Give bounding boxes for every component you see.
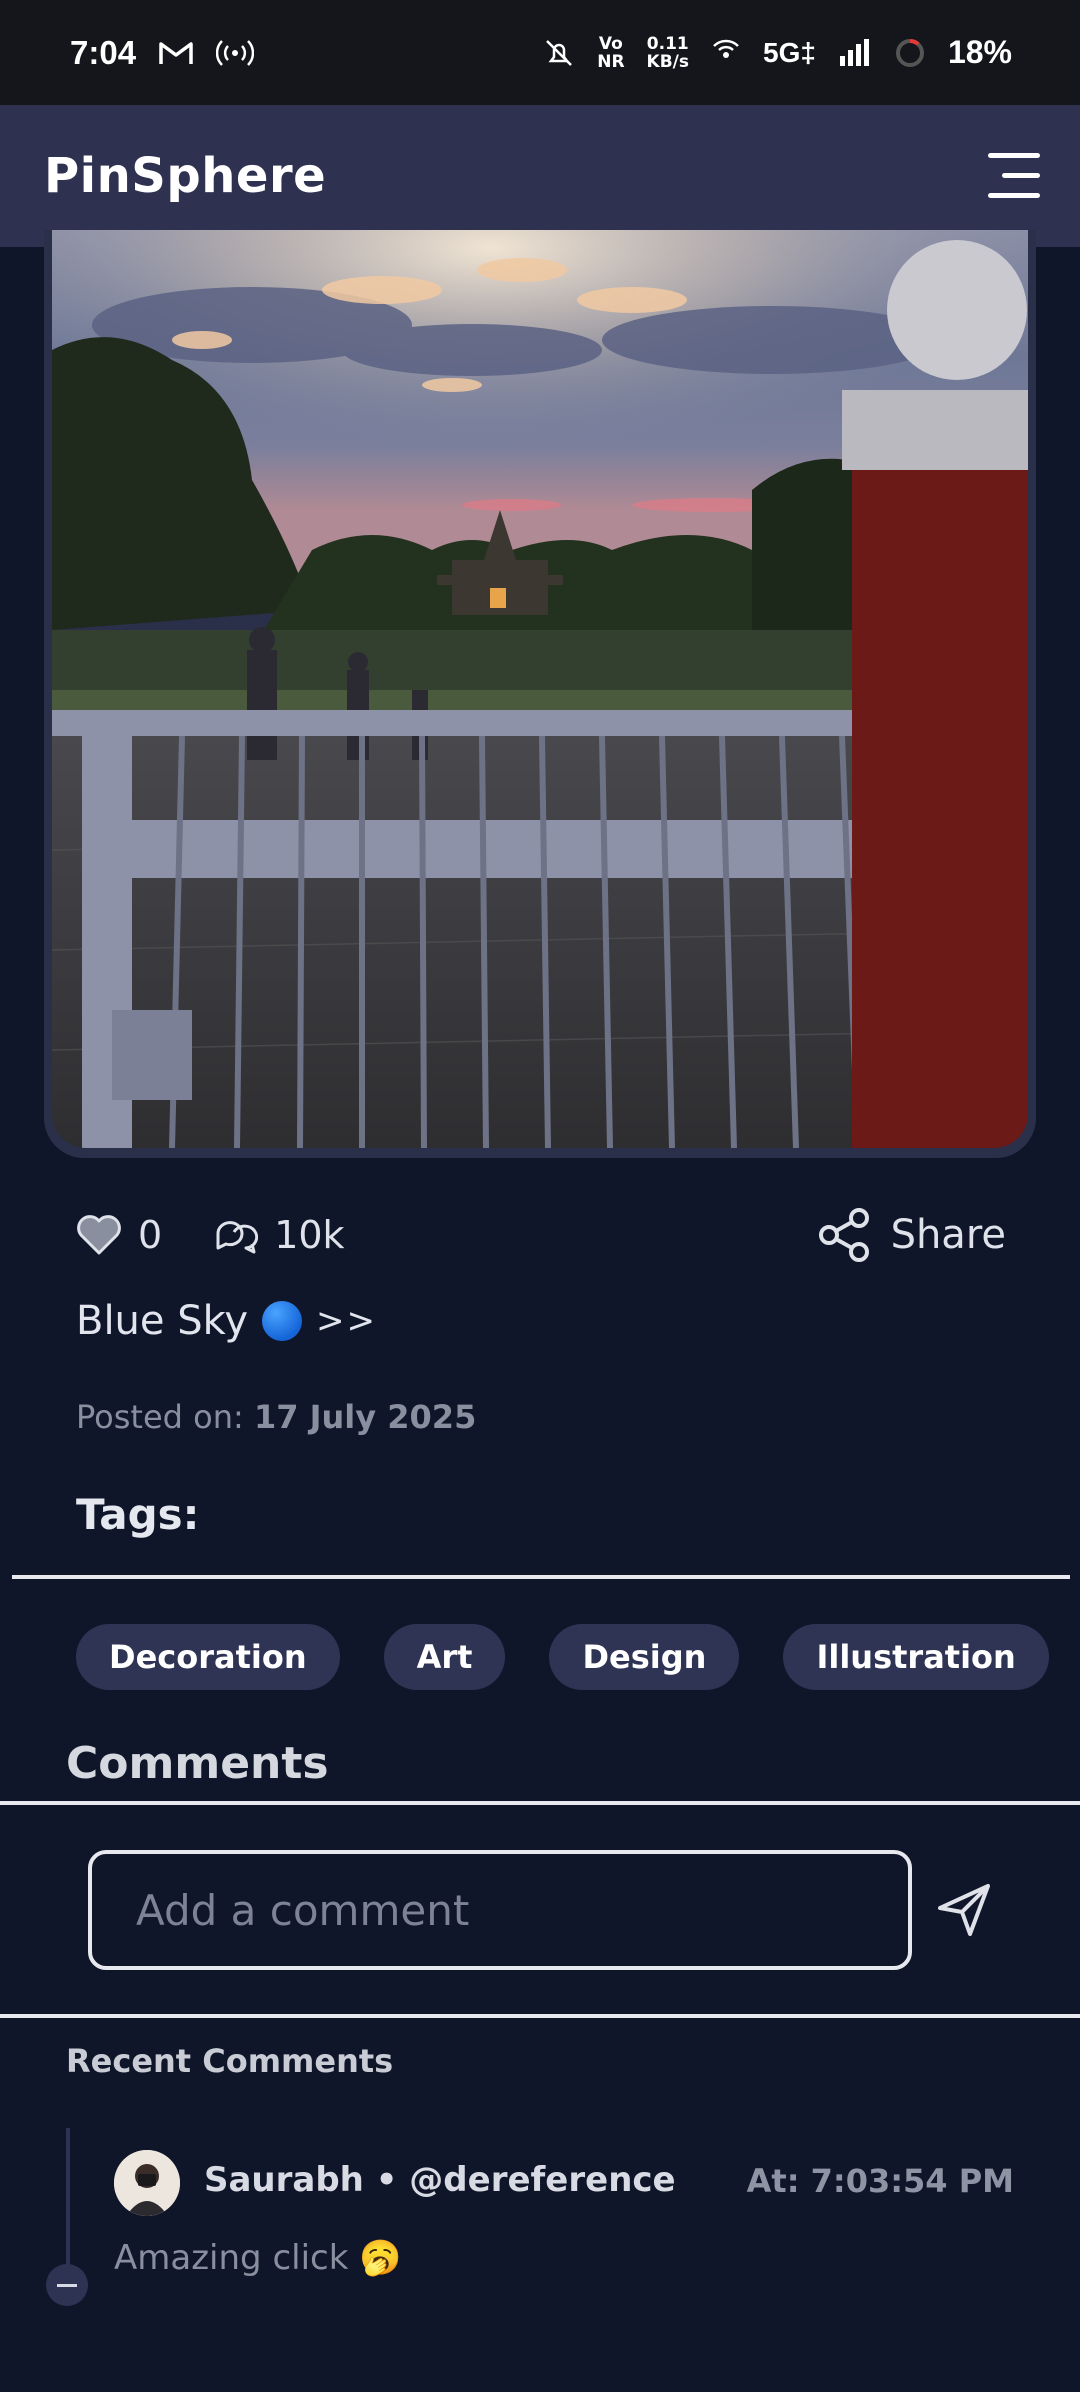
- post-actions-left: 0 10k: [76, 1213, 345, 1257]
- avatar[interactable]: [114, 2150, 180, 2216]
- share-icon: [818, 1208, 869, 1262]
- posted-date-line: Posted on: 17 July 2025: [76, 1398, 476, 1436]
- mute-icon: [546, 39, 573, 66]
- post-actions: 0 10k Share: [76, 1195, 1006, 1275]
- signal-icon: [839, 38, 869, 66]
- vonr-top: Vo: [598, 33, 623, 54]
- collapse-thread-button[interactable]: [46, 2264, 88, 2306]
- avatar-image: [114, 2150, 180, 2216]
- wifi-icon: [713, 39, 739, 58]
- like-count: 0: [138, 1213, 163, 1257]
- chat-bubbles-icon: [216, 1221, 259, 1254]
- comment-author[interactable]: Saurabh • @dereference: [204, 2160, 676, 2200]
- comment-thread-line: [66, 2128, 70, 2283]
- hotspot-icon: [216, 39, 255, 66]
- tag-list: Decoration Art Design Illustration: [76, 1624, 1049, 1690]
- comments-heading: Comments: [66, 1738, 329, 1789]
- posted-date: 17 July 2025: [253, 1398, 477, 1436]
- heart-icon: [77, 1215, 121, 1255]
- tag-design[interactable]: Design: [549, 1624, 740, 1690]
- tags-divider: [12, 1575, 1070, 1579]
- menu-line-bottom: [988, 193, 1040, 198]
- menu-line-top: [988, 153, 1040, 158]
- app-title: PinSphere: [44, 148, 327, 204]
- post-image-card: [44, 230, 1036, 1158]
- tag-decoration[interactable]: Decoration: [76, 1624, 340, 1690]
- like-button[interactable]: 0: [76, 1213, 162, 1257]
- comment-time: At: 7:03:54 PM: [746, 2162, 1014, 2200]
- blue-circle-emoji-icon: [262, 1301, 303, 1341]
- net-speed-unit: KB/s: [646, 51, 690, 72]
- hamburger-icon[interactable]: [980, 151, 1040, 201]
- battery-ring-icon: [895, 38, 924, 67]
- recent-comments-heading: Recent Comments: [66, 2042, 394, 2080]
- tag-illustration[interactable]: Illustration: [783, 1624, 1049, 1690]
- post-title-text: Blue Sky: [76, 1298, 249, 1344]
- send-icon[interactable]: [934, 1882, 994, 1938]
- battery-level: 18%: [947, 34, 1012, 70]
- vonr-indicator: Vo NR: [597, 35, 624, 71]
- expand-chevron[interactable]: >>: [316, 1301, 377, 1341]
- share-button[interactable]: Share: [817, 1207, 1006, 1263]
- network-type: 5G‡: [763, 36, 816, 68]
- minus-icon: [57, 2283, 77, 2287]
- gmail-icon: [159, 41, 193, 64]
- post-image[interactable]: [52, 230, 1028, 1148]
- menu-line-middle: [1002, 173, 1040, 178]
- posted-prefix: Posted on:: [76, 1398, 254, 1436]
- status-bar-left: 7:04: [70, 33, 255, 72]
- net-speed-value: 0.11: [646, 33, 689, 54]
- comment-text: Amazing click 🥱: [114, 2238, 402, 2278]
- net-speed: 0.11 KB/s: [647, 35, 689, 71]
- comment-count: 10k: [274, 1213, 345, 1257]
- comments-divider-top: [0, 1801, 1080, 1805]
- post-title: Blue Sky >>: [76, 1298, 377, 1344]
- comments-button[interactable]: 10k: [212, 1213, 345, 1257]
- share-label: Share: [890, 1212, 1006, 1258]
- app-header: PinSphere: [0, 105, 1080, 247]
- status-time: 7:04: [70, 33, 137, 71]
- status-bar-right: Vo NR 0.11 KB/s 5G‡ 18%: [543, 34, 1012, 71]
- tags-heading: Tags:: [76, 1490, 200, 1539]
- comments-divider-bottom: [0, 2014, 1080, 2018]
- comment-input[interactable]: [88, 1850, 912, 1970]
- tag-art[interactable]: Art: [383, 1624, 506, 1690]
- vonr-bottom: NR: [597, 51, 625, 72]
- status-bar: 7:04 Vo NR 0.11 KB/s 5G‡ 18%: [0, 0, 1080, 105]
